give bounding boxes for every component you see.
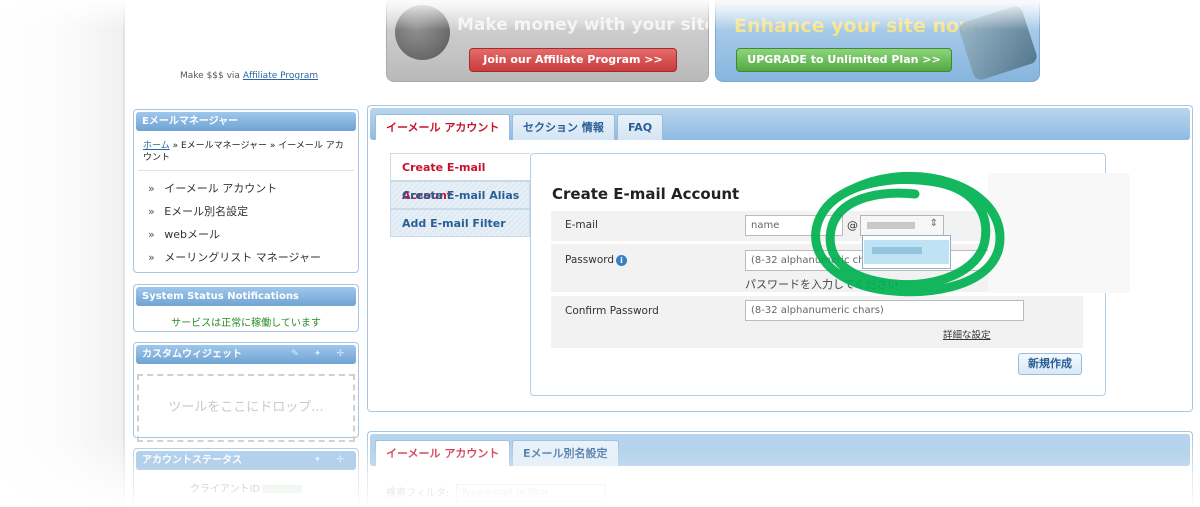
search-filter-label: 検索フィルタ: <box>386 488 450 499</box>
email-list-panel: イーメール アカウント Eメール別名設定 検索フィルタ: Type e-mail… <box>367 431 1193 507</box>
affiliate-prefix: Make $$$ via <box>180 71 240 81</box>
search-filter-input[interactable]: Type e-mail to filter <box>456 484 607 502</box>
email-manager-title: Eメールマネージャー <box>136 112 356 131</box>
affiliate-banner-headline: Make money with your site! <box>457 15 709 35</box>
account-status-title-text: アカウントステータス <box>142 455 242 466</box>
breadcrumb-home-link[interactable]: ホーム <box>143 141 170 151</box>
account-status-panel: アカウントステータス ✦ ✢ クライアントID <box>133 448 359 507</box>
search-filter: 検索フィルタ: Type e-mail to filter <box>386 484 607 502</box>
affiliate-banner[interactable]: Make money with your site! Join our Affi… <box>386 0 709 82</box>
background-ghost-box <box>988 173 1130 293</box>
upgrade-plan-button[interactable]: UPGRADE to Unlimited Plan >> <box>736 48 952 72</box>
client-id-redacted <box>262 485 303 493</box>
smiley-icon <box>395 5 450 60</box>
list-tab-bar: イーメール アカウント Eメール別名設定 <box>370 434 1190 466</box>
system-status-panel: System Status Notifications サービスは正常に稼働して… <box>133 284 359 332</box>
widget-drop-zone[interactable]: ツールをここにドロップ... <box>137 374 355 442</box>
info-icon[interactable]: i <box>616 255 628 266</box>
domain-redacted <box>867 222 915 229</box>
domain-option[interactable] <box>864 240 949 264</box>
breadcrumb: ホーム » Eメールマネージャー » イーメール アカウント <box>138 133 354 171</box>
left-page-shadow <box>0 0 125 507</box>
tab-faq[interactable]: FAQ <box>617 114 664 140</box>
custom-widget-panel: カスタムウィジェット ✎ ✦ ✢ ツールをここにドロップ... <box>133 342 359 442</box>
domain-option-redacted <box>872 247 922 254</box>
email-label: E-mail <box>565 219 598 231</box>
tab-bar: イーメール アカウント セクション 情報 FAQ <box>370 108 1190 140</box>
system-status-title: System Status Notifications <box>136 287 356 306</box>
account-status-tools-icon[interactable]: ✦ ✢ <box>314 451 350 470</box>
client-id: クライアントID <box>134 472 358 503</box>
domain-dropdown-list[interactable] <box>862 235 951 269</box>
tab-section-info[interactable]: セクション 情報 <box>512 114 615 140</box>
list-tab-email-alias[interactable]: Eメール別名設定 <box>512 440 619 466</box>
email-manager-panel: Eメールマネージャー ホーム » Eメールマネージャー » イーメール アカウン… <box>133 109 359 273</box>
password-label-text: Password <box>565 254 615 266</box>
affiliate-program-link[interactable]: Affiliate Program <box>243 71 318 81</box>
subnav-add-filter[interactable]: Add E-mail Filter <box>390 209 530 237</box>
chevron-updown-icon: ⇕ <box>929 218 938 229</box>
confirm-password-input[interactable]: (8-32 alphanumeric chars) <box>745 300 1024 321</box>
at-sign: @ <box>847 219 858 232</box>
sidebar-item-webmail[interactable]: webメール <box>148 223 358 246</box>
join-affiliate-button[interactable]: Join our Affiliate Program >> <box>469 48 677 72</box>
upgrade-banner[interactable]: Enhance your site now! UPGRADE to Unlimi… <box>715 0 1040 82</box>
sidebar-item-email-account[interactable]: イーメール アカウント <box>148 177 358 200</box>
widget-tools-icon[interactable]: ✎ ✦ ✢ <box>291 345 350 364</box>
password-hint: パスワードを入力してください <box>745 278 899 291</box>
password-label: Password i <box>565 254 628 266</box>
sidebar-item-email-alias[interactable]: Eメール別名設定 <box>148 200 358 223</box>
create-button[interactable]: 新規作成 <box>1018 353 1082 375</box>
subnav-create-account[interactable]: Create E-mail Account <box>390 153 530 202</box>
advanced-settings-link[interactable]: 詳細な設定 <box>943 327 991 341</box>
email-subnav: Create E-mail Account Create E-mail Alia… <box>390 153 530 237</box>
tab-email-account[interactable]: イーメール アカウント <box>375 114 511 140</box>
breadcrumb-path: » Eメールマネージャー » イーメール アカウント <box>143 141 344 163</box>
form-title: Create E-mail Account <box>552 185 740 203</box>
custom-widget-title-text: カスタムウィジェット <box>142 349 242 360</box>
subnav-create-alias[interactable]: Create E-mail Alias <box>390 181 530 209</box>
custom-widget-title: カスタムウィジェット ✎ ✦ ✢ <box>136 345 356 364</box>
system-status-message: サービスは正常に稼働しています <box>171 318 321 329</box>
list-tab-email-account[interactable]: イーメール アカウント <box>375 440 511 466</box>
domain-select[interactable]: ⇕ <box>860 215 944 236</box>
confirm-password-row: Confirm Password (8-32 alphanumeric char… <box>551 296 1083 348</box>
confirm-password-label: Confirm Password <box>565 305 659 317</box>
email-manager-menu: イーメール アカウント Eメール別名設定 webメール メーリングリスト マネー… <box>134 171 358 273</box>
email-name-input[interactable]: name <box>745 215 843 236</box>
sidebar-item-mailing-list[interactable]: メーリングリスト マネージャー <box>148 246 358 269</box>
client-id-label: クライアントID <box>189 484 261 495</box>
upgrade-banner-headline: Enhance your site now! <box>734 15 986 37</box>
account-status-title: アカウントステータス ✦ ✢ <box>136 451 356 470</box>
affiliate-line: Make $$$ via Affiliate Program <box>180 71 318 81</box>
